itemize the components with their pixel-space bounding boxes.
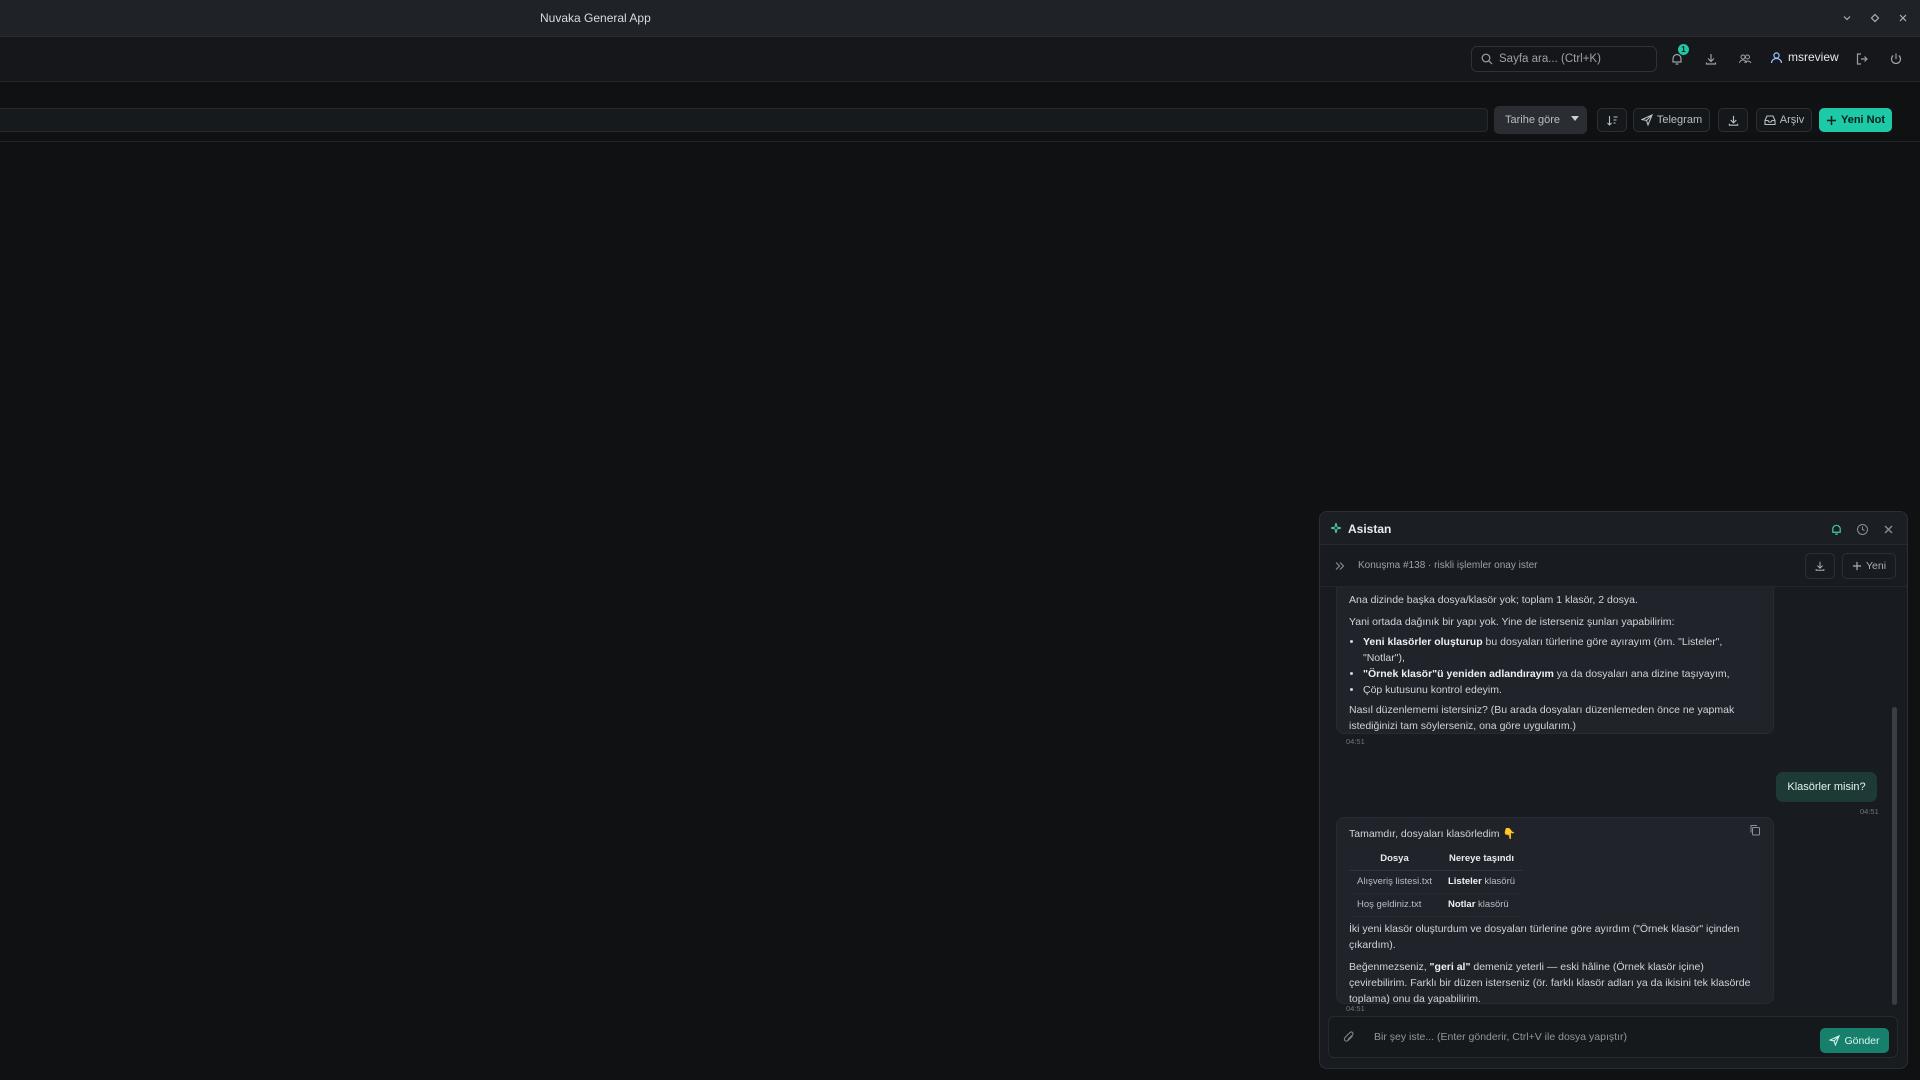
user-menu[interactable]: msreview: [1770, 50, 1839, 64]
destination-cell: Notlar klasörü: [1439, 893, 1524, 917]
close-icon: [1883, 524, 1894, 535]
sort-select-value: Tarihe göre: [1505, 114, 1561, 126]
export-chat-button[interactable]: [1805, 553, 1835, 579]
title-bar: Nuvaka General App: [0, 0, 1920, 37]
search-placeholder: Sayfa ara... (Ctrl+K): [1499, 53, 1601, 65]
composer-placeholder: Bir şey iste... (Enter gönderir, Ctrl+V …: [1374, 1031, 1627, 1043]
bell-icon: [1830, 523, 1843, 536]
logout-button[interactable]: [1850, 47, 1874, 71]
notification-badge: 1: [1678, 44, 1689, 55]
chevron-down-icon: [1571, 116, 1579, 121]
send-icon: [1640, 114, 1653, 126]
assistant-message: Tamamdır, dosyaları klasörledim 👇 Dosya …: [1336, 817, 1774, 1005]
send-icon: [1829, 1035, 1841, 1046]
export-button[interactable]: [1718, 108, 1748, 132]
new-note-button[interactable]: Yeni Not: [1819, 108, 1892, 132]
download-icon: [1727, 114, 1740, 127]
close-assistant-button[interactable]: [1876, 517, 1900, 541]
sort-order-button[interactable]: [1597, 108, 1627, 132]
sort-select[interactable]: Tarihe göre: [1494, 106, 1587, 134]
username: msreview: [1788, 50, 1839, 64]
conversation-info: Konuşma #138 · riskli işlemler onay iste…: [1358, 560, 1538, 571]
notifications-button[interactable]: 1: [1665, 44, 1689, 71]
download-icon: [1704, 52, 1718, 66]
sparkle-icon: [1330, 522, 1343, 535]
users-button[interactable]: [1733, 47, 1757, 71]
destination-cell: Listeler klasörü: [1439, 870, 1524, 894]
telegram-label: Telegram: [1656, 114, 1703, 126]
assistant-notify-button[interactable]: [1824, 517, 1848, 541]
new-note-label: Yeni Not: [1840, 114, 1885, 126]
moved-files-table: Dosya Nereye taşındı Alışveriş listesi.t…: [1349, 848, 1524, 917]
plus-icon: [1852, 561, 1862, 571]
send-button[interactable]: Gönder: [1820, 1028, 1889, 1053]
archive-button[interactable]: Arşiv: [1756, 108, 1812, 132]
message-composer[interactable]: Bir şey iste... (Enter gönderir, Ctrl+V …: [1328, 1016, 1898, 1058]
archive-label: Arşiv: [1779, 114, 1805, 126]
list-item: "Örnek klasör"ü yeniden adlandırayım ya …: [1363, 666, 1761, 682]
table-row: Hoş geldiniz.txt Notlar klasörü: [1349, 893, 1524, 917]
message-time: 04:51: [1346, 737, 1365, 746]
table-row: Alışveriş listesi.txt Listeler klasörü: [1349, 870, 1524, 894]
assistant-header: Asistan: [1320, 512, 1907, 545]
suggestion-list: Yeni klasörler oluşturup bu dosyaları tü…: [1363, 634, 1761, 698]
history-button[interactable]: [1850, 517, 1874, 541]
send-label: Gönder: [1844, 1034, 1880, 1047]
notes-toolbar: Tarihe göre Telegram Arşiv Yeni Not: [0, 82, 1920, 142]
power-button[interactable]: [1884, 47, 1908, 71]
power-icon: [1889, 52, 1903, 66]
assistant-title: Asistan: [1348, 522, 1392, 536]
attach-icon[interactable]: [1343, 1031, 1356, 1044]
download-icon: [1814, 560, 1826, 572]
filter-input[interactable]: [0, 108, 1488, 132]
message-text: Beğenmezseniz, "geri al" demeniz yeterli…: [1349, 961, 1751, 1005]
window-title: Nuvaka General App: [540, 11, 651, 25]
table-header: Nereye taşındı: [1439, 848, 1524, 871]
message-time: 04:51: [1860, 807, 1879, 816]
search-input[interactable]: Sayfa ara... (Ctrl+K): [1471, 46, 1657, 72]
file-cell: Hoş geldiniz.txt: [1349, 893, 1440, 917]
list-item: Çöp kutusunu kontrol edeyim.: [1363, 682, 1761, 698]
message-text: Yani ortada dağınık bir yapı yok. Yine d…: [1349, 616, 1675, 628]
clock-icon: [1856, 523, 1869, 536]
list-item: Yeni klasörler oluşturup bu dosyaları tü…: [1363, 634, 1761, 666]
conversation-bar: Konuşma #138 · riskli işlemler onay iste…: [1320, 545, 1907, 587]
maximize-icon[interactable]: [1865, 8, 1885, 28]
chat-scrollbar[interactable]: [1892, 707, 1897, 1005]
user-message: Klasörler misin?: [1776, 772, 1877, 802]
new-chat-label: Yeni: [1865, 560, 1887, 572]
message-text: Ana dizinde başka dosya/klasör yok; topl…: [1349, 594, 1638, 606]
telegram-button[interactable]: Telegram: [1633, 108, 1710, 132]
message-text: İki yeni klasör oluşturdum ve dosyaları …: [1349, 923, 1740, 951]
app-header: Sayfa ara... (Ctrl+K) 1 msreview: [0, 37, 1920, 82]
message-text: Tamamdır, dosyaları klasörledim 👇: [1349, 828, 1516, 840]
message-text: Nasıl düzenlememi istersiniz? (Bu arada …: [1349, 704, 1735, 732]
chat-messages[interactable]: Ana dizinde başka dosya/klasör yok; topl…: [1320, 587, 1907, 1012]
inbox-icon: [1764, 114, 1776, 126]
download-button[interactable]: [1699, 47, 1723, 71]
minimize-icon[interactable]: [1837, 8, 1857, 28]
file-cell: Alışveriş listesi.txt: [1349, 870, 1440, 894]
copy-icon[interactable]: [1749, 824, 1763, 838]
expand-sidebar-icon[interactable]: [1334, 560, 1346, 572]
search-icon: [1481, 53, 1493, 65]
message-time: 04:51: [1346, 1004, 1365, 1012]
close-window-icon[interactable]: [1893, 8, 1913, 28]
assistant-message: Ana dizinde başka dosya/klasör yok; topl…: [1336, 587, 1774, 734]
plus-icon: [1826, 115, 1837, 126]
user-icon: [1770, 51, 1783, 64]
sort-icon: [1606, 114, 1619, 127]
logout-icon: [1855, 52, 1869, 66]
message-text: Klasörler misin?: [1787, 781, 1866, 793]
table-header: Dosya: [1349, 848, 1440, 871]
users-icon: [1738, 52, 1752, 66]
assistant-panel: Asistan Konuşma #138 · riskli işlemler o…: [1319, 511, 1908, 1069]
new-chat-button[interactable]: Yeni: [1842, 553, 1896, 579]
